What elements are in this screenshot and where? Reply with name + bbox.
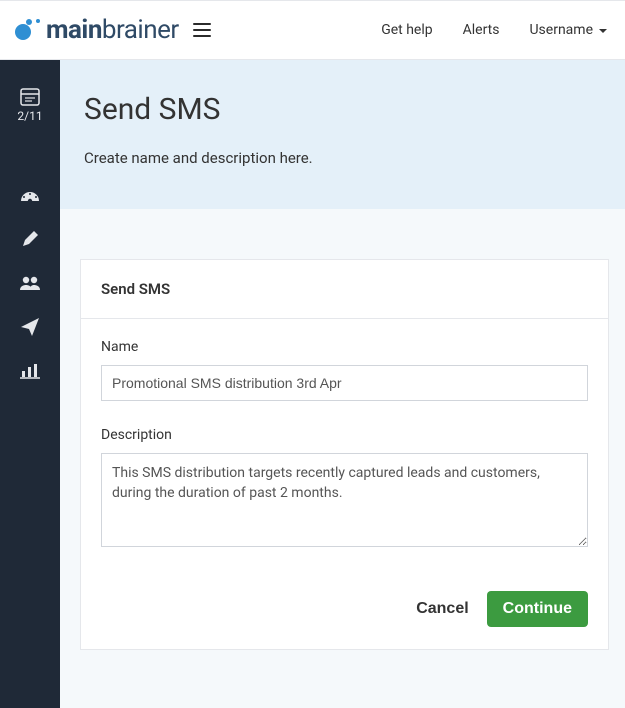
paper-plane-icon bbox=[20, 317, 40, 337]
page-title: Send SMS bbox=[84, 92, 601, 127]
description-label: Description bbox=[101, 427, 588, 443]
page-subtitle: Create name and description here. bbox=[84, 149, 601, 167]
sidebar-progress-text: 2/11 bbox=[17, 109, 42, 123]
sidebar-item-send[interactable] bbox=[0, 317, 60, 337]
sidebar-item-compose[interactable] bbox=[0, 229, 60, 249]
username-label: Username bbox=[529, 22, 593, 38]
hero-section: Send SMS Create name and description her… bbox=[60, 60, 625, 209]
card-header: Send SMS bbox=[81, 260, 608, 319]
sidebar-item-reports[interactable] bbox=[0, 363, 60, 379]
sidebar-item-contacts[interactable] bbox=[0, 275, 60, 291]
logo-icon bbox=[14, 17, 44, 43]
get-help-link[interactable]: Get help bbox=[381, 22, 432, 38]
cancel-button[interactable]: Cancel bbox=[416, 600, 468, 618]
user-menu[interactable]: Username bbox=[529, 22, 607, 38]
top-navigation: Get help Alerts Username bbox=[381, 22, 607, 38]
main-content: Send SMS Create name and description her… bbox=[60, 60, 625, 708]
name-input[interactable] bbox=[101, 365, 588, 401]
form-card: Send SMS Name Description This SMS distr… bbox=[80, 259, 609, 650]
alerts-link[interactable]: Alerts bbox=[463, 22, 500, 38]
name-label: Name bbox=[101, 339, 588, 355]
gauge-icon bbox=[19, 185, 41, 203]
menu-toggle-icon[interactable] bbox=[193, 23, 211, 37]
sidebar-item-progress[interactable]: 2/11 bbox=[0, 88, 60, 123]
card-footer: Cancel Continue bbox=[81, 573, 608, 649]
continue-button[interactable]: Continue bbox=[487, 591, 588, 627]
logo[interactable]: mainbrainer bbox=[14, 15, 179, 45]
description-textarea[interactable]: This SMS distribution targets recently c… bbox=[101, 453, 588, 547]
bar-chart-icon bbox=[20, 363, 40, 379]
topbar: mainbrainer Get help Alerts Username bbox=[0, 0, 625, 60]
users-icon bbox=[19, 275, 41, 291]
brand-text: mainbrainer bbox=[46, 15, 179, 45]
sidebar-item-dashboard[interactable] bbox=[0, 185, 60, 203]
sidebar: 2/11 bbox=[0, 60, 60, 708]
pencil-icon bbox=[20, 229, 40, 249]
chevron-down-icon bbox=[599, 29, 607, 33]
calendar-icon bbox=[20, 88, 40, 106]
